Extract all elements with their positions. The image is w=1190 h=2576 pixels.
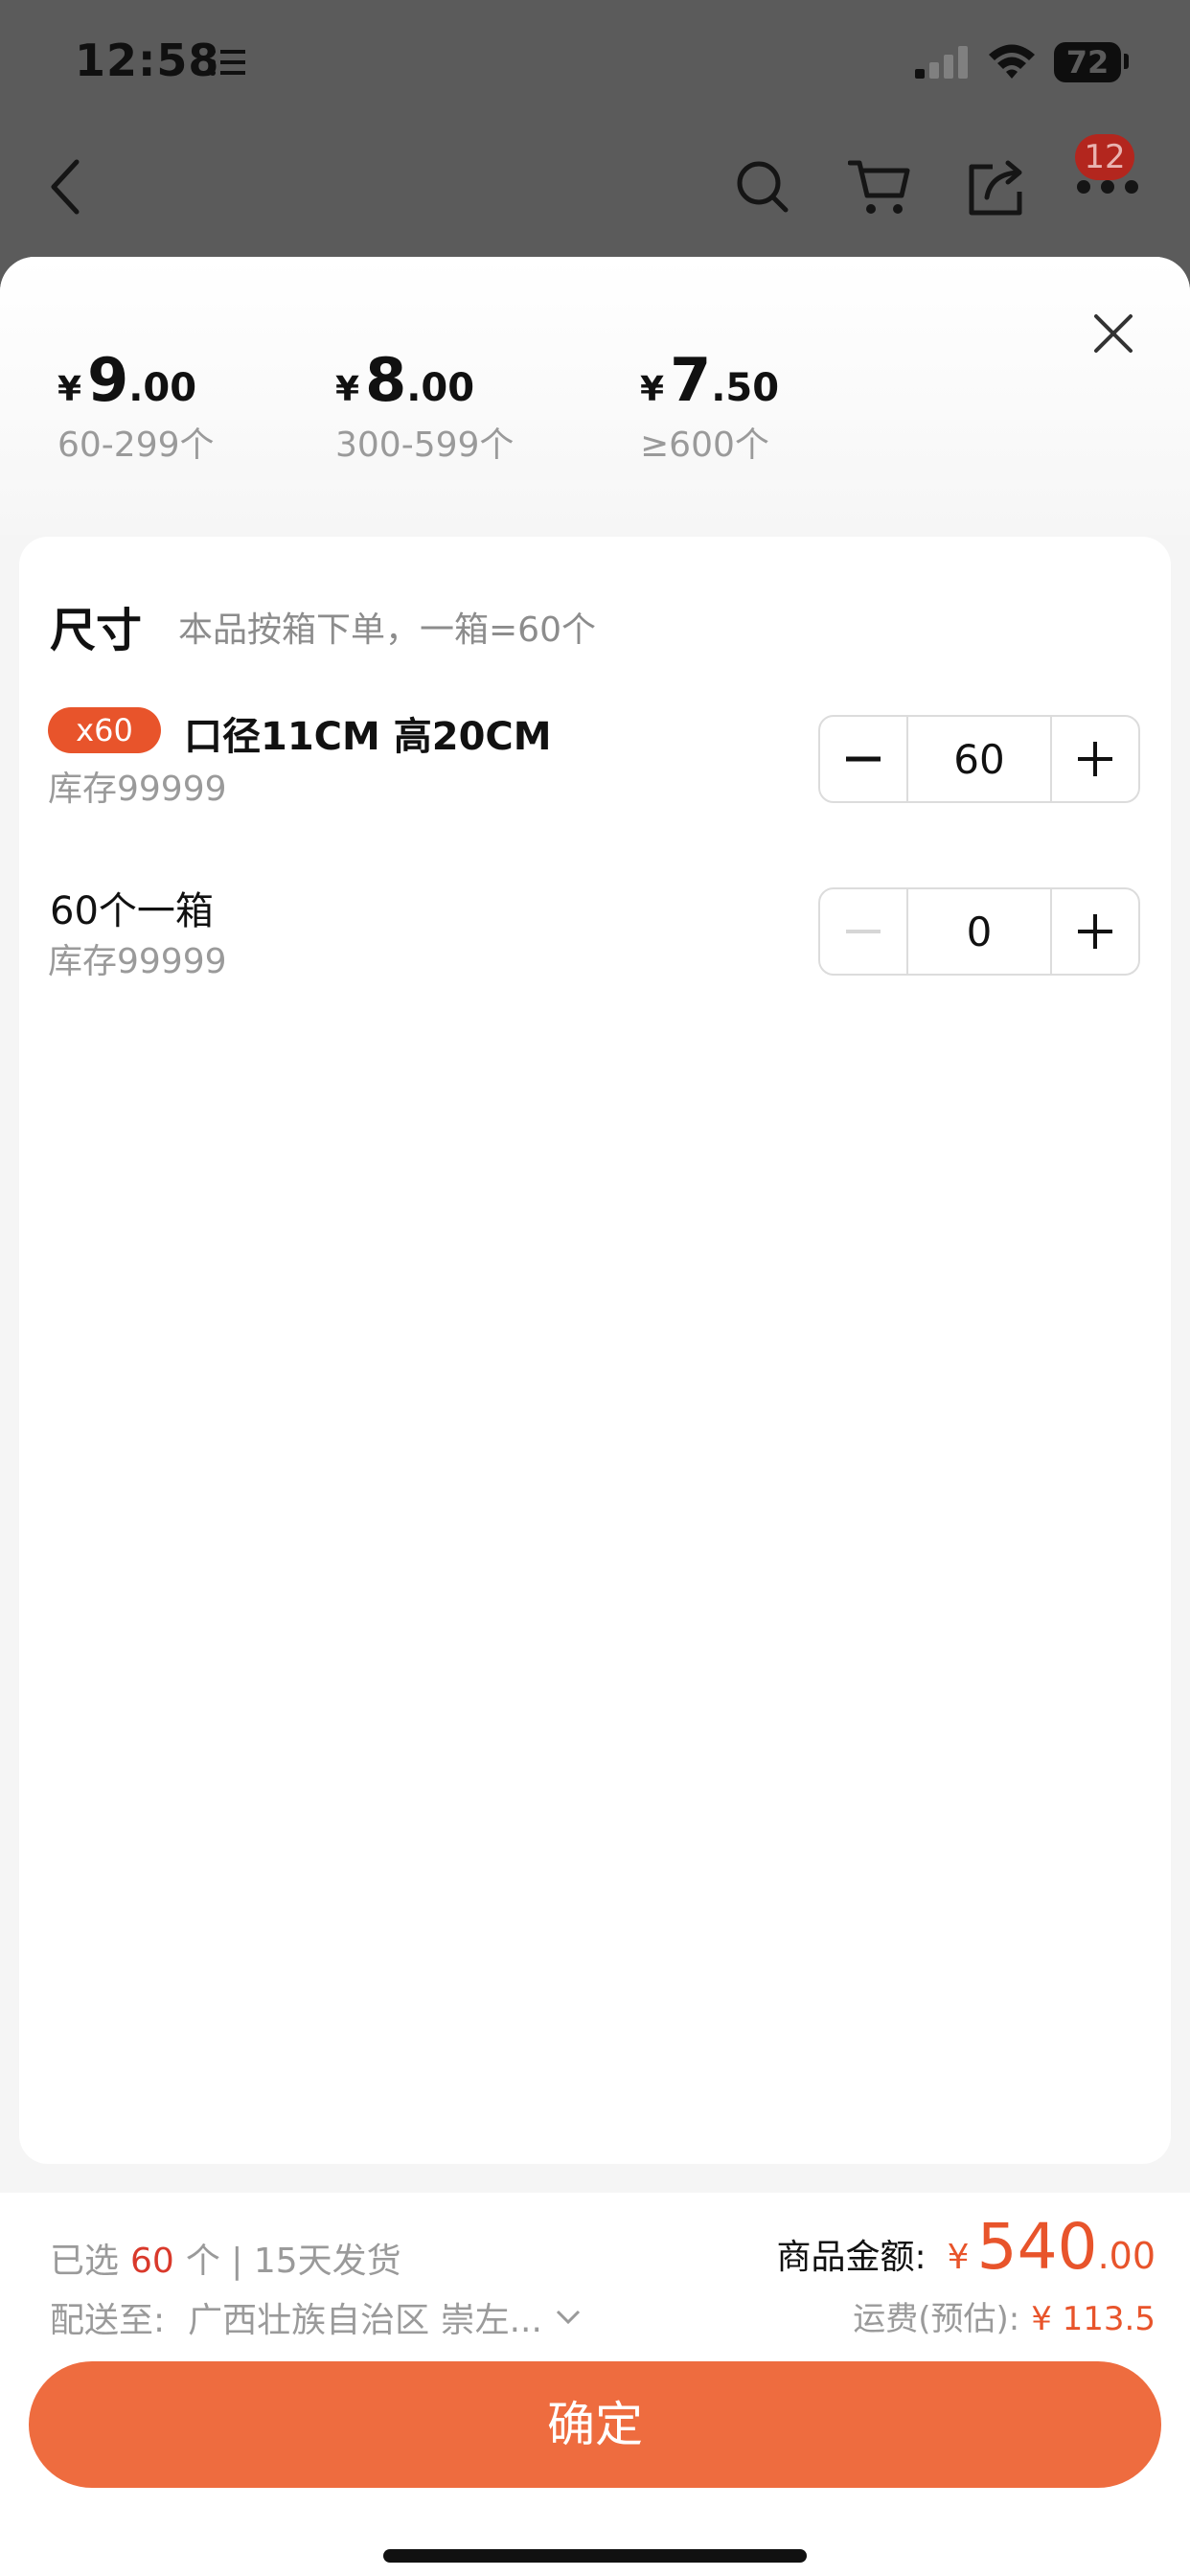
status-time: 12:58 — [75, 34, 220, 86]
option-stock: 库存99999 — [48, 942, 227, 981]
status-bar: 12:58 72 — [0, 0, 1190, 129]
minus-icon — [846, 756, 881, 762]
cart-icon — [848, 160, 910, 214]
price-tier: ¥7.50 ≥600个 — [640, 345, 779, 467]
option-stock: 库存99999 — [48, 770, 227, 809]
tier-range: 60-299个 — [57, 426, 215, 465]
battery-icon: 72 — [1054, 42, 1121, 82]
price-tiers: ¥9.00 60-299个 ¥8.00 300-599个 ¥7.50 ≥600个 — [0, 257, 1190, 535]
option-name: 口径11CM 高20CM — [184, 715, 552, 759]
tier-price: ¥7.50 — [640, 345, 780, 415]
more-dots-icon — [1077, 180, 1138, 194]
chevron-down-icon — [556, 2310, 580, 2325]
quantity-input[interactable]: 0 — [906, 889, 1052, 974]
share-icon — [969, 160, 1022, 216]
selected-count: 60 — [130, 2242, 174, 2281]
decrement-button[interactable] — [820, 717, 906, 801]
decrement-button[interactable] — [820, 889, 906, 974]
ship-label: 配送至: — [50, 2301, 166, 2340]
top-nav — [0, 129, 1190, 254]
wifi-icon — [989, 44, 1035, 79]
option-name: 60个一箱 — [50, 889, 214, 933]
tier-price: ¥9.00 — [57, 345, 197, 415]
shipping-address-selector[interactable]: 配送至: 广西壮族自治区 崇左... — [50, 2292, 581, 2342]
home-indicator — [383, 2549, 807, 2563]
confirm-button[interactable]: 确定 — [29, 2361, 1161, 2488]
selected-qty-badge: x60 — [48, 707, 161, 753]
quantity-stepper: 60 — [818, 715, 1140, 803]
increment-button[interactable] — [1052, 889, 1138, 974]
section-note: 本品按箱下单，一箱=60个 — [178, 610, 596, 650]
tier-price: ¥8.00 — [335, 345, 475, 415]
cellular-signal-icon — [915, 46, 968, 79]
close-icon — [1094, 314, 1133, 353]
cart-button[interactable] — [841, 149, 918, 225]
minus-icon — [846, 930, 881, 933]
tier-range: 300-599个 — [335, 426, 515, 465]
freight-estimate: 运费(预估): ¥ 113.5 — [853, 2300, 1156, 2338]
back-button[interactable] — [27, 149, 103, 225]
increment-button[interactable] — [1052, 717, 1138, 801]
goods-amount: 商品金额: ¥540.00 — [776, 2210, 1156, 2284]
order-summary-footer: 已选 60 个 | 15天发货 配送至: 广西壮族自治区 崇左... 商品金额: ¥5… — [0, 2193, 1190, 2576]
selected-summary: 已选 60 个 | 15天发货 — [50, 2242, 401, 2281]
sku-selection-sheet: ¥9.00 60-299个 ¥8.00 300-599个 ¥7.50 ≥600个… — [0, 257, 1190, 2576]
search-button[interactable] — [724, 149, 801, 225]
tier-range: ≥600个 — [640, 426, 769, 465]
price-tier: ¥8.00 300-599个 — [335, 345, 514, 467]
plus-icon — [1078, 742, 1112, 776]
list-icon — [210, 49, 245, 76]
close-button[interactable] — [1085, 305, 1142, 362]
size-options-card: 尺寸 本品按箱下单，一箱=60个 x60 口径11CM 高20CM 库存9999… — [19, 537, 1171, 2164]
ship-address: 广西壮族自治区 崇左... — [188, 2301, 542, 2340]
battery-tip — [1124, 54, 1129, 69]
section-title: 尺寸 — [50, 604, 143, 657]
plus-icon — [1078, 914, 1112, 949]
sku-option-row: x60 口径11CM 高20CM 库存99999 60 — [19, 707, 1171, 841]
quantity-stepper: 0 — [818, 887, 1140, 976]
cart-count-badge: 12 — [1075, 134, 1134, 180]
search-icon — [737, 161, 789, 213]
sku-option-row: 60个一箱 库存99999 0 — [19, 880, 1171, 1014]
price-tier: ¥9.00 60-299个 — [57, 345, 215, 467]
share-button[interactable] — [958, 149, 1035, 225]
chevron-left-icon — [51, 159, 80, 215]
quantity-input[interactable]: 60 — [906, 717, 1052, 801]
